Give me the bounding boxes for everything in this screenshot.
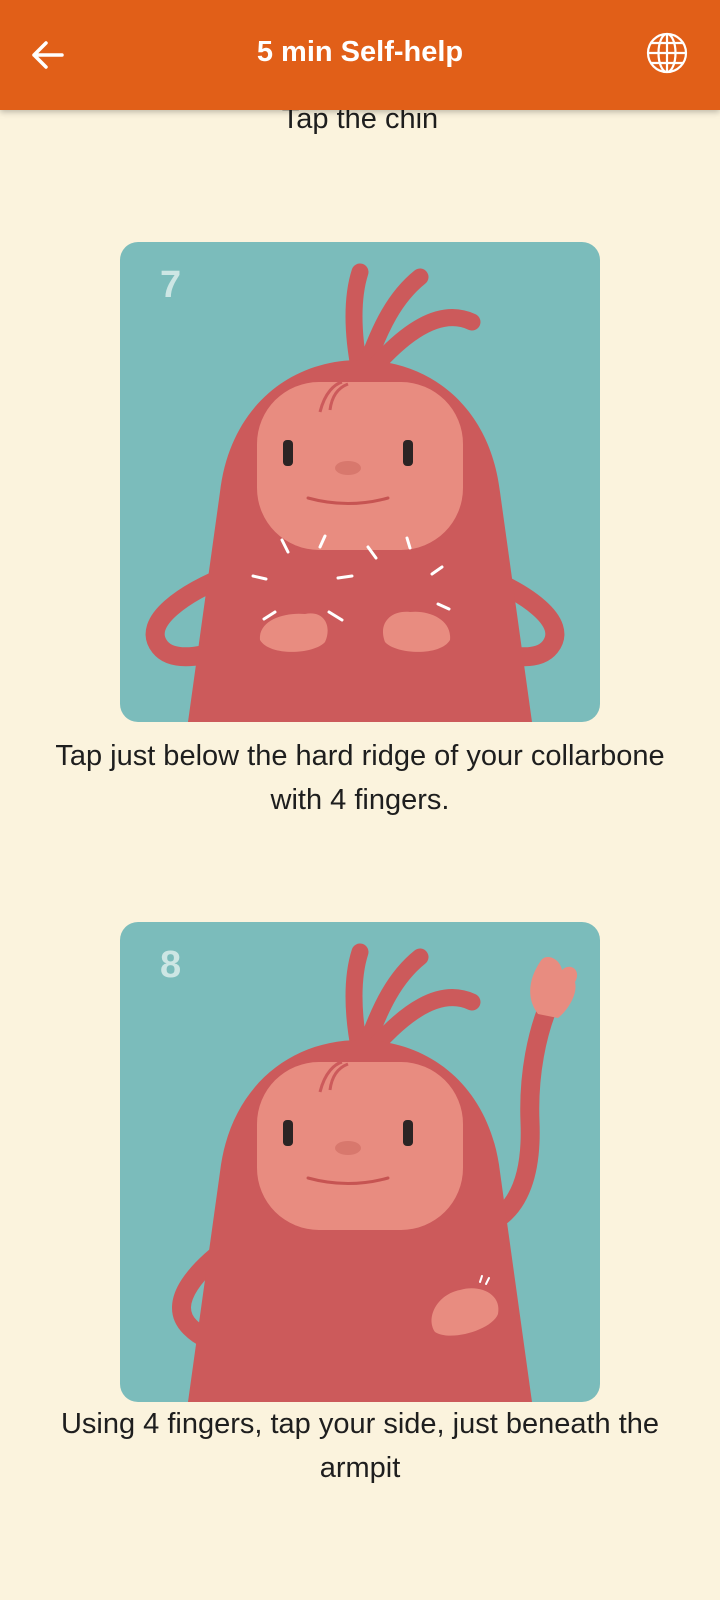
steps-list[interactable]: Tap the chin 7 Tap just below the hard r… — [0, 0, 720, 1600]
page-title: 5 min Self-help — [256, 36, 464, 68]
globe-icon — [646, 32, 688, 74]
step-8-illustration: 8 — [120, 922, 600, 1402]
app-bar: 5 min Self-help — [0, 0, 720, 110]
character-tapping-collarbone-image — [145, 263, 565, 722]
step-7-illustration: 7 — [120, 242, 600, 722]
character-tapping-side-image — [172, 943, 578, 1402]
step-7-caption: Tap just below the hard ridge of your co… — [55, 740, 665, 816]
step-8-number: 8 — [160, 944, 182, 986]
step-7-number: 7 — [160, 264, 182, 306]
language-button[interactable] — [642, 28, 692, 78]
step-8-caption: Using 4 fingers, tap your side, just ben… — [60, 1408, 660, 1484]
